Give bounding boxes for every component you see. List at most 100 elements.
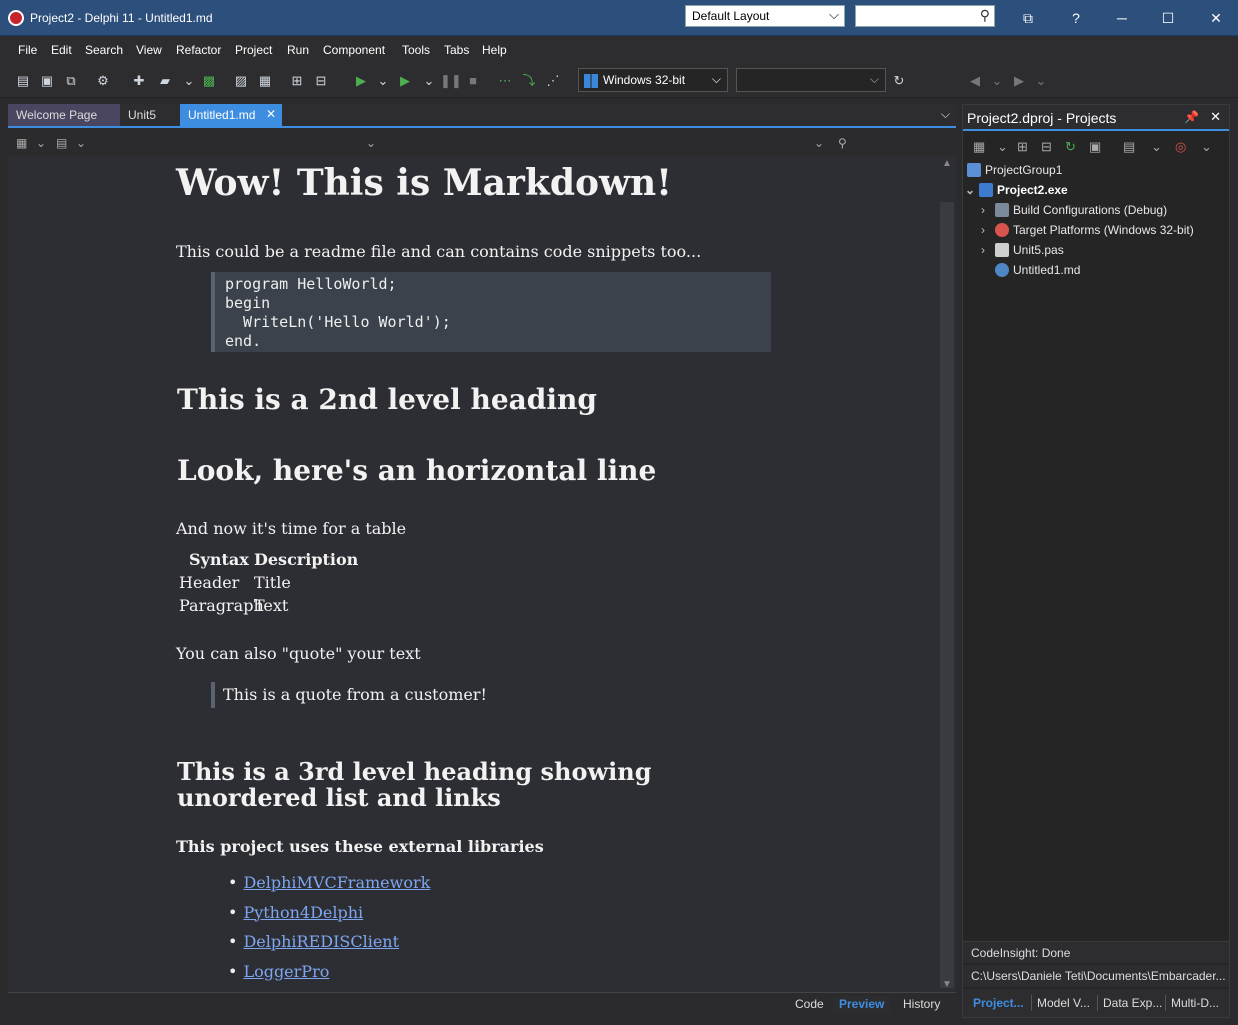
new-file-icon[interactable]: ✚: [130, 72, 148, 90]
scroll-up-icon[interactable]: ▲: [942, 158, 952, 169]
menu-refactor[interactable]: Refactor: [176, 43, 221, 57]
table-cell: Header: [179, 573, 240, 592]
print-icon[interactable]: ▦: [256, 72, 274, 90]
menu-search[interactable]: Search: [85, 43, 123, 57]
forward-arrow-icon[interactable]: ▶: [1010, 72, 1028, 90]
sync-icon[interactable]: ▦: [973, 139, 985, 155]
maximize-button[interactable]: ☐: [1158, 8, 1178, 28]
tab-list-chevron-icon[interactable]: ⌵: [941, 107, 950, 122]
view-tab-history[interactable]: History: [897, 996, 946, 1014]
tree-node-build-configurations[interactable]: › Build Configurations (Debug): [981, 203, 1167, 221]
open-icon[interactable]: ▣: [38, 72, 56, 90]
menu-edit[interactable]: Edit: [51, 43, 72, 57]
ide-search-input[interactable]: ⚲: [855, 5, 995, 27]
options-dropdown-icon[interactable]: ⌄: [1151, 139, 1162, 155]
save-icon[interactable]: ▩: [200, 72, 218, 90]
expand-chevron-icon[interactable]: ⌄: [965, 183, 979, 197]
menu-view[interactable]: View: [136, 43, 162, 57]
step-over-icon[interactable]: ⋯: [496, 72, 514, 90]
sync-dropdown-icon[interactable]: ⌄: [997, 139, 1008, 155]
document-icon[interactable]: ▤: [56, 136, 67, 150]
tree-node-project2-exe[interactable]: ⌄ Project2.exe: [965, 183, 1068, 201]
view-tab-code[interactable]: Code: [789, 996, 830, 1014]
minimize-button[interactable]: ─: [1112, 8, 1132, 28]
collapse-chevron-icon[interactable]: ›: [981, 243, 995, 257]
run-icon[interactable]: ▶: [352, 72, 370, 90]
save-all-icon[interactable]: ▨: [232, 72, 250, 90]
open-folder-icon[interactable]: ▰: [156, 72, 174, 90]
menu-component[interactable]: Component: [323, 43, 385, 57]
link[interactable]: Python4Delphi: [243, 903, 363, 922]
build-icon[interactable]: ▣: [1089, 139, 1101, 155]
back-arrow-icon[interactable]: ◀: [966, 72, 984, 90]
trace-into-icon[interactable]: ⤵: [520, 72, 538, 90]
bullet-icon: •: [228, 902, 238, 922]
new-items-icon[interactable]: ▤: [14, 72, 32, 90]
collapse-chevron-icon[interactable]: ›: [981, 223, 995, 237]
back-dropdown-icon[interactable]: ⌄: [988, 72, 1006, 90]
link[interactable]: DelphiMVCFramework: [243, 873, 430, 892]
open-project-icon[interactable]: ⚙: [94, 72, 112, 90]
table-header-row: Syntax Description: [179, 550, 374, 573]
tree-node-unit5-pas[interactable]: › Unit5.pas: [981, 243, 1064, 261]
tree-node-target-platforms[interactable]: › Target Platforms (Windows 32-bit): [981, 223, 1194, 241]
forward-dropdown-icon[interactable]: ⌄: [1032, 72, 1050, 90]
collapse-chevron-icon[interactable]: ›: [981, 203, 995, 217]
tree-node-untitled1-md[interactable]: Untitled1.md: [995, 263, 1080, 281]
remove-icon[interactable]: ⊟: [1041, 139, 1052, 155]
scroll-down-icon[interactable]: ▼: [942, 979, 952, 990]
run-to-cursor-icon[interactable]: ⋰: [544, 72, 562, 90]
platform-select[interactable]: Windows 32-bit ⌵: [578, 68, 728, 92]
menu-run[interactable]: Run: [287, 43, 309, 57]
structure-dropdown-icon[interactable]: ⌄: [36, 136, 46, 150]
menu-tabs[interactable]: Tabs: [444, 43, 469, 57]
chevron-down-icon: ⌵: [711, 72, 721, 86]
run-dropdown-icon[interactable]: ⌄: [374, 72, 392, 90]
dropdown-chevron-icon[interactable]: ⌄: [180, 72, 198, 90]
configuration-select[interactable]: ⌵: [736, 68, 886, 92]
close-tab-icon[interactable]: ✕: [266, 107, 276, 121]
layout-select[interactable]: Default Layout ⌵: [685, 5, 845, 27]
ide-insight-icon[interactable]: ⧉: [1018, 8, 1038, 28]
structure-icon[interactable]: ▦: [16, 136, 27, 150]
link[interactable]: DelphiREDISClient: [243, 932, 399, 951]
tab-unit5[interactable]: Unit5: [120, 104, 180, 126]
close-window-button[interactable]: ✕: [1206, 8, 1226, 28]
add-new-project-icon[interactable]: ⊞: [1017, 139, 1028, 155]
document-dropdown-icon[interactable]: ⌄: [76, 136, 86, 150]
tree-node-projectgroup1[interactable]: ProjectGroup1: [967, 163, 1062, 181]
run-without-debug-dropdown-icon[interactable]: ⌄: [420, 72, 438, 90]
device-refresh-icon[interactable]: ↻: [890, 72, 908, 90]
run-without-debug-icon[interactable]: ▶: [396, 72, 414, 90]
close-pane-icon[interactable]: ✕: [1210, 109, 1221, 125]
tab-projects[interactable]: Project...: [973, 996, 1024, 1010]
menu-help[interactable]: Help: [482, 43, 507, 57]
class-selector-chevron-icon[interactable]: ⌄: [366, 136, 376, 150]
markdown-bold-paragraph: This project uses these external librari…: [176, 837, 544, 856]
pin-icon[interactable]: 📌: [1184, 110, 1199, 124]
link[interactable]: LoggerPro: [243, 962, 329, 981]
help-button[interactable]: ?: [1066, 8, 1086, 28]
stop-icon[interactable]: ■: [464, 72, 482, 90]
pause-icon[interactable]: ❚❚: [440, 72, 462, 90]
tab-untitled1-md[interactable]: Untitled1.md ✕: [180, 104, 282, 126]
tab-model-view[interactable]: Model V...: [1037, 996, 1090, 1010]
options-icon[interactable]: ▤: [1123, 139, 1135, 155]
view-tab-preview[interactable]: Preview: [833, 996, 891, 1014]
menu-file[interactable]: File: [18, 43, 37, 57]
tab-data-explorer[interactable]: Data Exp...: [1103, 996, 1162, 1010]
scrollbar-thumb[interactable]: [940, 202, 954, 988]
tab-welcome-page[interactable]: Welcome Page: [8, 104, 120, 126]
remove-from-project-icon[interactable]: ⊟: [312, 72, 330, 90]
reopen-icon[interactable]: ⧉: [62, 72, 80, 90]
search-icon[interactable]: ⚲: [838, 136, 847, 150]
target-platform-icon[interactable]: ◎: [1175, 139, 1186, 155]
preview-scrollbar[interactable]: ▲ ▼: [938, 156, 956, 992]
menu-project[interactable]: Project: [235, 43, 272, 57]
platform-dropdown-icon[interactable]: ⌄: [1201, 139, 1212, 155]
add-to-project-icon[interactable]: ⊞: [288, 72, 306, 90]
menu-tools[interactable]: Tools: [402, 43, 430, 57]
method-selector-chevron-icon[interactable]: ⌄: [814, 136, 824, 150]
refresh-icon[interactable]: ↻: [1065, 139, 1076, 155]
tab-multi-device[interactable]: Multi-D...: [1171, 996, 1219, 1010]
